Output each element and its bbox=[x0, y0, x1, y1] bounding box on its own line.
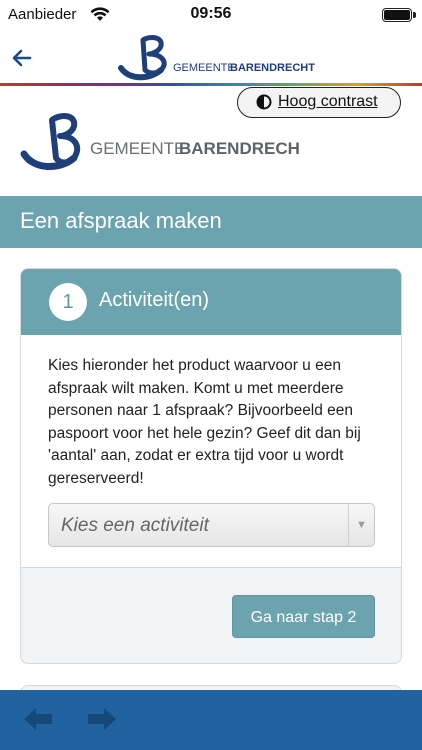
rainbow-divider bbox=[0, 83, 422, 86]
chevron-down-icon: ▼ bbox=[348, 504, 374, 546]
step-instructions: Kies hieronder het product waarvoor u ee… bbox=[48, 357, 361, 487]
next-step-button[interactable]: Ga naar stap 2 bbox=[232, 595, 375, 638]
header-logo-text-2: BARENDRECHT bbox=[230, 62, 315, 74]
nav-back-icon[interactable] bbox=[22, 704, 54, 734]
header-logo: GEMEENTE BARENDRECHT bbox=[118, 35, 315, 81]
page-title: Een afspraak maken bbox=[20, 208, 222, 233]
step-card: 1 Activiteit(en) Kies hieronder het prod… bbox=[20, 268, 402, 664]
activity-select-value: Kies een activiteit bbox=[61, 515, 209, 536]
page-title-bar: Een afspraak maken bbox=[0, 196, 422, 248]
back-button[interactable] bbox=[10, 46, 34, 70]
logo-text-2: BARENDRECHT bbox=[179, 139, 300, 158]
status-bar: Aanbieder 09:56 bbox=[0, 0, 422, 30]
header-logo-text-1: GEMEENTE bbox=[173, 62, 235, 74]
logo-text-1: GEMEENTE bbox=[90, 139, 185, 158]
step-title: Activiteit(en) bbox=[99, 289, 210, 311]
nav-forward-icon[interactable] bbox=[86, 704, 118, 734]
battery-icon bbox=[382, 8, 416, 22]
clock: 09:56 bbox=[190, 5, 232, 22]
step-body: Kies hieronder het product waarvoor u ee… bbox=[21, 335, 401, 568]
bottom-nav-bar bbox=[0, 690, 422, 750]
step-number: 1 bbox=[49, 283, 87, 321]
gemeente-logo: GEMEENTE BARENDRECHT bbox=[20, 113, 300, 170]
activity-select[interactable]: Kies een activiteit ▼ bbox=[48, 503, 375, 547]
step-header: 1 Activiteit(en) bbox=[21, 269, 401, 335]
app-header: GEMEENTE BARENDRECHT bbox=[0, 30, 422, 85]
